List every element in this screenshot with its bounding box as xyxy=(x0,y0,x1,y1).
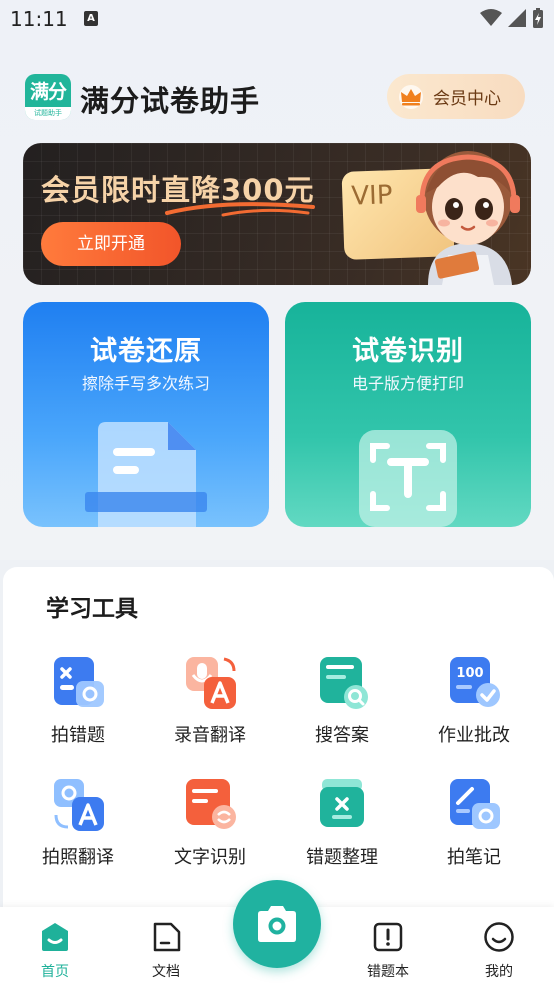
app-logo: 满分 试题助手 xyxy=(25,74,71,120)
tool-homework-grade[interactable]: 100 作业批改 xyxy=(419,655,529,747)
nav-item-mistake-book[interactable]: 错题本 xyxy=(353,921,423,981)
logo-subtext: 试题助手 xyxy=(25,107,71,120)
activate-now-button[interactable]: 立即开通 xyxy=(41,222,181,266)
logo-text: 满分 xyxy=(29,81,67,103)
tool-label: 错题整理 xyxy=(306,847,378,868)
paper-restore-card[interactable]: 试卷还原 擦除手写多次练习 xyxy=(23,302,269,527)
vip-center-label: 会员中心 xyxy=(433,89,501,109)
text-scan-icon xyxy=(359,430,457,527)
home-icon xyxy=(42,923,68,951)
tool-photo-note[interactable]: 拍笔记 xyxy=(419,777,529,869)
card-subtitle: 擦除手写多次练习 xyxy=(81,374,210,393)
vip-card-text: VIP xyxy=(350,180,394,212)
vip-center-button[interactable]: 会员中心 xyxy=(387,74,525,119)
tool-search-answer[interactable]: 搜答案 xyxy=(287,655,397,747)
tool-label: 作业批改 xyxy=(438,725,510,746)
card-title: 试卷还原 xyxy=(90,336,202,367)
tool-label: 拍笔记 xyxy=(447,847,501,868)
nav-label: 我的 xyxy=(485,964,513,980)
audio-translate-icon xyxy=(180,655,240,711)
app-title: 满分试卷助手 xyxy=(80,84,261,118)
photo-translate-icon xyxy=(48,777,108,833)
tool-label: 文字识别 xyxy=(174,847,246,868)
photo-note-icon xyxy=(444,777,504,833)
banner-underline xyxy=(165,202,315,217)
nav-label: 首页 xyxy=(41,964,69,980)
search-answer-icon xyxy=(312,655,372,711)
tool-label: 搜答案 xyxy=(315,725,369,746)
card-subtitle: 电子版方便打印 xyxy=(351,374,464,393)
battery-icon xyxy=(533,8,543,28)
profile-icon xyxy=(484,922,514,952)
mistake-organize-icon xyxy=(312,777,372,833)
homework-grade-icon: 100 xyxy=(444,655,504,711)
wifi-icon xyxy=(480,9,502,26)
text-recognition-icon xyxy=(180,777,240,833)
status-indicators xyxy=(480,8,544,28)
status-time: 11:11 xyxy=(10,7,68,31)
nav-item-document[interactable]: 文档 xyxy=(131,921,201,981)
tool-text-recognition[interactable]: 文字识别 xyxy=(155,777,265,869)
tool-label: 录音翻译 xyxy=(174,725,246,746)
nav-label: 错题本 xyxy=(367,964,409,980)
tool-label: 拍照翻译 xyxy=(42,847,114,868)
crown-icon xyxy=(399,84,423,109)
nav-label: 文档 xyxy=(152,964,180,980)
signal-icon xyxy=(508,9,526,27)
tool-photo-mistake[interactable]: 拍错题 xyxy=(23,655,133,747)
camera-icon xyxy=(258,906,296,942)
mistake-book-icon xyxy=(373,922,403,952)
tool-label: 拍错题 xyxy=(51,725,105,746)
document-icon xyxy=(153,922,181,952)
photo-mistake-icon xyxy=(48,655,108,711)
promo-banner[interactable]: 会员限时直降300元 立即开通 VIP xyxy=(23,143,531,285)
notification-a-icon: A xyxy=(84,11,98,26)
tool-photo-translate[interactable]: 拍照翻译 xyxy=(23,777,133,869)
tool-mistake-organize[interactable]: 错题整理 xyxy=(287,777,397,869)
mascot-illustration xyxy=(416,151,520,285)
svg-text:100: 100 xyxy=(456,666,483,681)
card-title: 试卷识别 xyxy=(352,336,464,367)
status-bar: 11:11 A xyxy=(0,0,554,38)
study-tools-section: 学习工具 拍错题 录音翻译 搜答案 100 作业批改 拍照翻译 文字识别 错题整… xyxy=(3,567,554,907)
nav-item-profile[interactable]: 我的 xyxy=(464,921,534,981)
nav-item-home[interactable]: 首页 xyxy=(20,921,90,981)
document-icon xyxy=(85,422,207,527)
paper-recognize-card[interactable]: 试卷识别 电子版方便打印 xyxy=(285,302,531,527)
section-title: 学习工具 xyxy=(46,596,138,622)
camera-button[interactable] xyxy=(233,880,321,968)
tool-audio-translate[interactable]: 录音翻译 xyxy=(155,655,265,747)
